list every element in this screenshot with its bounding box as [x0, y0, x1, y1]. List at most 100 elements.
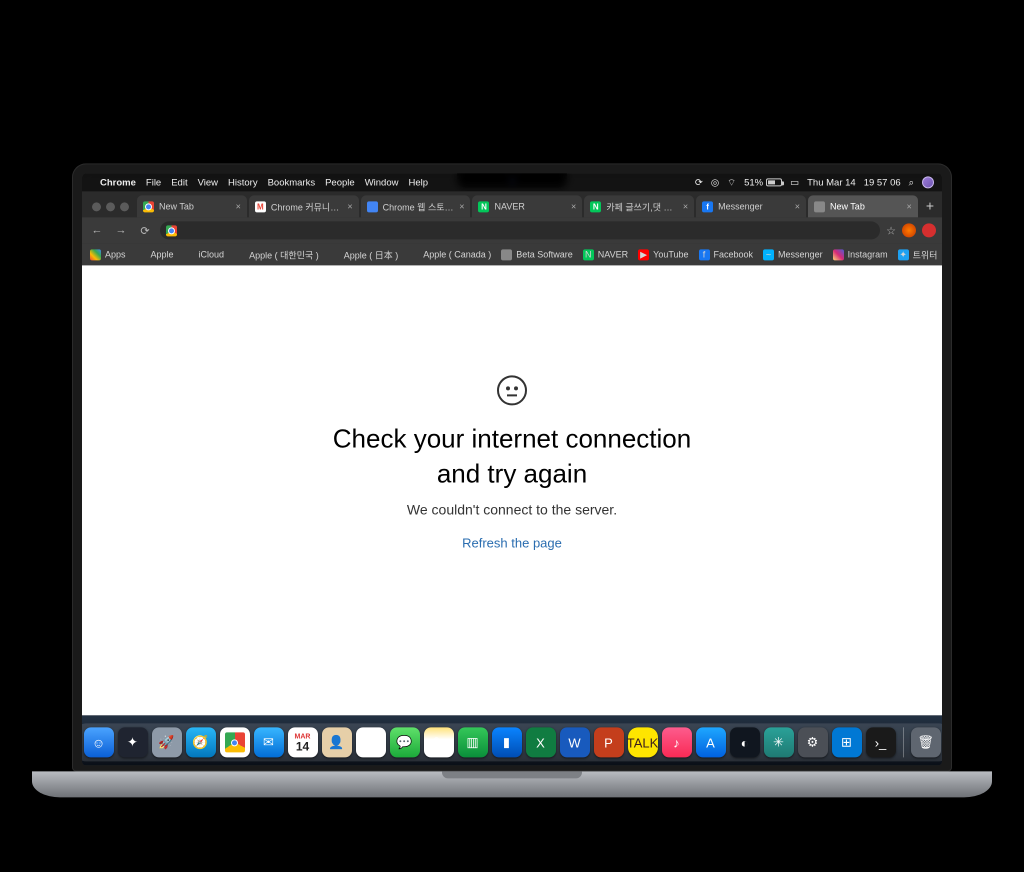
tab-close-icon[interactable]: ×: [236, 201, 241, 211]
window-minimize[interactable]: [106, 202, 115, 211]
tab-close-icon[interactable]: ×: [347, 201, 352, 211]
bookmark-apple-canada-[interactable]: Apple ( Canada ): [408, 249, 491, 260]
bookmark-apple-[interactable]: Apple ( 日本 ): [329, 248, 399, 261]
bookmark-apple[interactable]: Apple: [136, 249, 174, 260]
siri-icon[interactable]: [922, 176, 934, 188]
laptop-base: [32, 771, 992, 797]
bookmark-icon: ▶: [638, 249, 649, 260]
tab-label: NAVER: [494, 201, 566, 211]
refresh-link[interactable]: Refresh the page: [462, 536, 562, 551]
spotlight-icon[interactable]: ⌕: [909, 177, 914, 188]
dock-launchpad[interactable]: 🚀: [152, 727, 182, 757]
bookmark-facebook[interactable]: fFacebook: [699, 249, 754, 260]
dock-notes[interactable]: ✎: [424, 727, 454, 757]
dock-calendar[interactable]: MAR14: [288, 727, 318, 757]
tab-1[interactable]: M Chrome 커뮤니티 - ?… ×: [249, 195, 359, 217]
bookmark-icloud[interactable]: iCloud: [184, 249, 225, 260]
bookmark-youtube[interactable]: ▶ YouTube: [638, 249, 688, 260]
dock-word[interactable]: W: [560, 727, 590, 757]
bookmark-messenger[interactable]: ~Messenger: [763, 249, 823, 260]
dock-compass[interactable]: ✦: [118, 727, 148, 757]
dock-kakaotalk[interactable]: TALK: [628, 727, 658, 757]
forward-button[interactable]: →: [112, 224, 130, 236]
dock-music[interactable]: ♪: [662, 727, 692, 757]
dock-preferences[interactable]: ⚙: [798, 727, 828, 757]
dock-finder[interactable]: ☺: [84, 727, 114, 757]
window-zoom[interactable]: [120, 202, 129, 211]
bookmark-instagram[interactable]: Instagram: [833, 249, 888, 260]
dock-trash[interactable]: 🗑: [911, 727, 941, 757]
back-button[interactable]: ←: [88, 224, 106, 236]
bookmark-apple-[interactable]: Apple ( 대한민국 ): [234, 248, 319, 261]
extension-icon-2[interactable]: [922, 223, 936, 237]
bookmark-icon: ✦: [898, 249, 909, 260]
macos-menubar: Chrome File Edit View History Bookmarks …: [82, 173, 942, 191]
tab-close-icon[interactable]: ×: [683, 201, 688, 211]
bookmark-label: Instagram: [848, 249, 888, 259]
bookmark--[interactable]: ✦트위터: [898, 248, 938, 261]
dock-mail[interactable]: ✉: [254, 727, 284, 757]
tab-close-icon[interactable]: ×: [571, 201, 576, 211]
bookmark-star-icon[interactable]: ☆: [886, 224, 896, 237]
omnibox[interactable]: [160, 221, 880, 239]
status-airdrop-icon[interactable]: ◎: [711, 177, 719, 188]
page-content: Check your internet connection and try a…: [82, 265, 942, 715]
chrome-window: New Tab ×M Chrome 커뮤니티 - ?… × Chrome 웹 스…: [82, 191, 942, 765]
tab-close-icon[interactable]: ×: [459, 201, 464, 211]
tab-5[interactable]: f Messenger ×: [696, 195, 806, 217]
tab-0[interactable]: New Tab ×: [137, 195, 247, 217]
menu-window[interactable]: Window: [365, 177, 399, 188]
dock-atom[interactable]: ✳: [764, 727, 794, 757]
menubar-appname[interactable]: Chrome: [100, 177, 136, 188]
dock-chrome[interactable]: [220, 727, 250, 757]
new-tab-button[interactable]: +: [920, 197, 942, 217]
dock-appstore[interactable]: A: [696, 727, 726, 757]
bookmark-beta-software[interactable]: Beta Software: [501, 249, 573, 260]
dock-messages[interactable]: 💬: [390, 727, 420, 757]
reload-button[interactable]: ⟳: [136, 224, 154, 237]
menu-history[interactable]: History: [228, 177, 258, 188]
bookmark-label: Apple ( 대한민국 ): [249, 248, 319, 261]
dock-windows[interactable]: ⊞: [832, 727, 862, 757]
dock-numbers[interactable]: ▥: [458, 727, 488, 757]
menu-view[interactable]: View: [198, 177, 218, 188]
tab-4[interactable]: N 카페 글쓰기,댓 쓰는 사람… ×: [584, 195, 694, 217]
menu-bookmarks[interactable]: Bookmarks: [268, 177, 316, 188]
menubar-time[interactable]: 19 57 06: [864, 177, 901, 188]
dock-excel[interactable]: X: [526, 727, 556, 757]
bookmark-apps[interactable]: Apps: [90, 249, 126, 260]
tab-3[interactable]: N NAVER ×: [472, 195, 582, 217]
tab-close-icon[interactable]: ×: [907, 201, 912, 211]
dock-powerpoint[interactable]: P: [594, 727, 624, 757]
dock-contacts[interactable]: 👤: [322, 727, 352, 757]
status-battery[interactable]: 51%: [744, 177, 782, 188]
status-wifi-icon[interactable]: ⌔: [727, 177, 736, 188]
menubar-date[interactable]: Thu Mar 14: [807, 177, 856, 188]
status-sync-icon[interactable]: ⟳: [695, 177, 703, 188]
bookmark-label: NAVER: [598, 249, 628, 259]
tab-6[interactable]: New Tab ×: [808, 195, 918, 217]
screen: Chrome File Edit View History Bookmarks …: [82, 173, 942, 765]
screen-bezel: Chrome File Edit View History Bookmarks …: [72, 163, 952, 771]
tab-2[interactable]: Chrome 웹 스토어 - I… ×: [361, 195, 471, 217]
bookmark-naver[interactable]: NNAVER: [583, 249, 628, 260]
bookmark-label: YouTube: [653, 249, 688, 259]
error-subtitle: We couldn't connect to the server.: [333, 502, 691, 518]
extension-icon-1[interactable]: [902, 223, 916, 237]
dock-terminal[interactable]: ›_: [866, 727, 896, 757]
battery-icon: [766, 178, 782, 186]
tab-close-icon[interactable]: ×: [795, 201, 800, 211]
dock-safari[interactable]: 🧭: [186, 727, 216, 757]
status-screen-icon[interactable]: ▭: [790, 177, 799, 188]
tab-label: Chrome 커뮤니티 - ?…: [271, 200, 343, 213]
window-close[interactable]: [92, 202, 101, 211]
menu-file[interactable]: File: [146, 177, 161, 188]
tab-favicon: N: [478, 201, 489, 212]
dock-keynote[interactable]: ▮: [492, 727, 522, 757]
menu-people[interactable]: People: [325, 177, 355, 188]
dock-photos[interactable]: ✿: [356, 727, 386, 757]
menu-help[interactable]: Help: [408, 177, 428, 188]
dock-steam[interactable]: ◐: [730, 727, 760, 757]
menu-edit[interactable]: Edit: [171, 177, 187, 188]
tab-favicon: [814, 201, 825, 212]
